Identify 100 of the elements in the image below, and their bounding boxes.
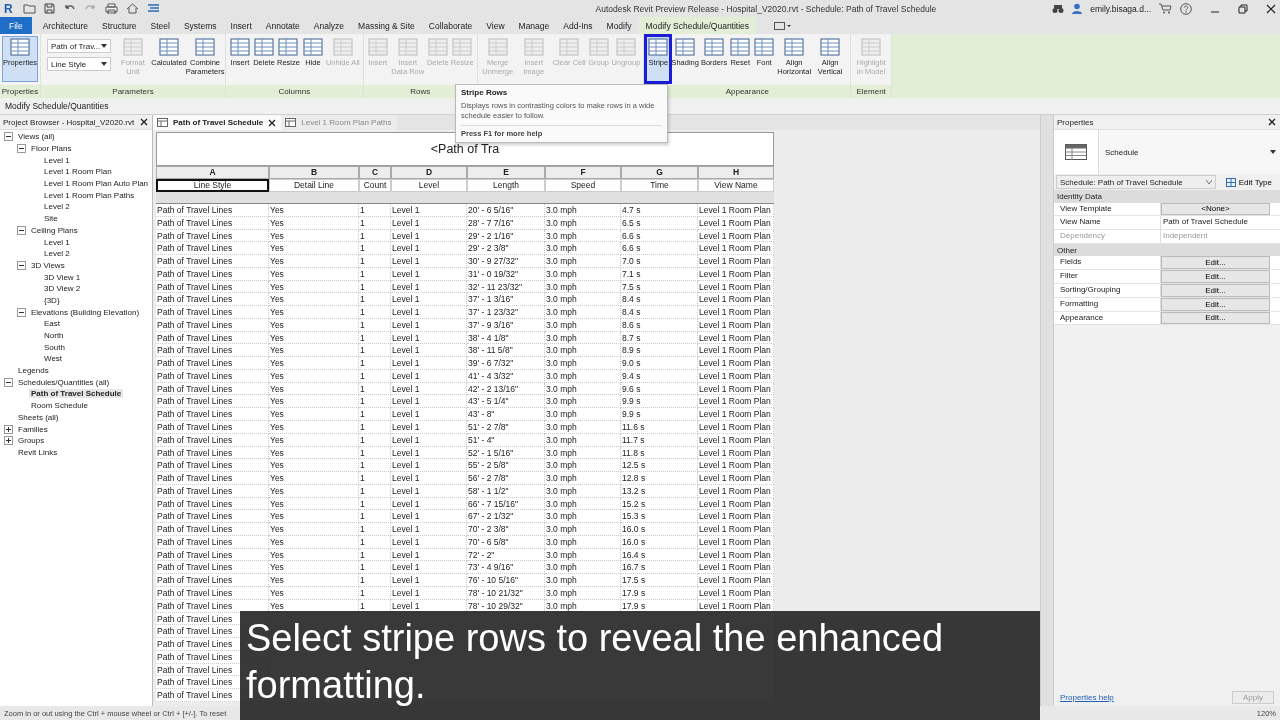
column-header[interactable]: Length (467, 179, 545, 192)
close-icon[interactable] (268, 118, 277, 127)
close-icon[interactable] (1268, 118, 1276, 126)
ribbon-tab[interactable]: Modify (599, 17, 639, 34)
ribbon-tab[interactable]: Insert (223, 17, 259, 34)
table-cell: 11.6 s (621, 421, 698, 434)
column-header[interactable]: View Name (698, 179, 774, 192)
column-letter[interactable]: C (359, 166, 391, 179)
tree-toggle[interactable] (17, 260, 26, 270)
ribbon-tab[interactable]: Manage (511, 17, 557, 34)
table-cell: Path of Travel Lines (156, 293, 269, 307)
tree-item[interactable]: Revit Links (16, 447, 60, 457)
column-letter[interactable]: H (698, 166, 774, 179)
tree-item[interactable]: Level 1 Room Plan (42, 167, 114, 177)
tree-item[interactable]: Level 1 Room Plan Auto Plan (42, 179, 151, 189)
ribbon-tab[interactable]: Analyze (306, 17, 352, 34)
tree-item[interactable]: Views (all) (16, 132, 57, 142)
section-header[interactable]: Identity Data (1054, 190, 1280, 203)
tree-item[interactable]: East (42, 319, 62, 329)
help-link[interactable]: Properties help (1060, 692, 1114, 702)
ribbon-tab[interactable]: Steel (143, 17, 177, 34)
ribbon-tab[interactable]: Massing & Site (351, 17, 422, 34)
panel-toggle-icon[interactable] (774, 21, 793, 30)
column-letter[interactable]: B (269, 166, 359, 179)
column-letter[interactable]: G (621, 166, 698, 179)
column-letter[interactable]: D (391, 166, 467, 179)
edit-type-button[interactable]: Edit Type (1219, 176, 1278, 188)
column-header[interactable]: Count (359, 179, 391, 192)
tree-item[interactable]: 3D View 2 (42, 284, 83, 294)
folder-icon[interactable] (22, 3, 36, 14)
table-cell: 1 (359, 548, 391, 562)
binoculars-icon[interactable] (1052, 3, 1065, 14)
ribbon-tab[interactable]: Modify Schedule/Quantities (638, 17, 757, 34)
property-button[interactable]: Edit... (1161, 270, 1270, 283)
tree-item[interactable]: North (42, 331, 66, 341)
column-header[interactable]: Detail Line (269, 179, 359, 192)
column-letter[interactable]: E (467, 166, 545, 179)
user-name[interactable]: emily.bisaga.d... (1090, 3, 1151, 14)
column-header[interactable]: Speed (545, 179, 621, 192)
tree-toggle[interactable] (4, 436, 13, 446)
tree-item[interactable]: Floor Plans (29, 144, 74, 154)
table-cell: Level 1 (391, 510, 467, 524)
tree-item[interactable]: Ceiling Plans (29, 225, 80, 235)
tree-item[interactable]: Level 1 (42, 237, 72, 247)
save-icon[interactable] (43, 3, 55, 14)
tree-item[interactable]: West (42, 354, 65, 364)
column-header[interactable]: Level (391, 179, 467, 192)
property-button[interactable]: Edit... (1161, 256, 1270, 270)
tree-item[interactable]: Level 2 (42, 249, 72, 259)
app-logo[interactable]: R (4, 1, 13, 16)
user-icon[interactable] (1072, 3, 1083, 14)
ribbon-tab[interactable]: Structure (95, 17, 144, 34)
tree-item[interactable]: South (42, 342, 67, 352)
ribbon-tab[interactable]: Architecture (35, 17, 96, 34)
tree-toggle[interactable] (17, 307, 26, 317)
ribbon-tab[interactable]: Annotate (258, 17, 307, 34)
tree-item[interactable]: Room Schedule (29, 401, 90, 411)
close-icon[interactable] (1266, 3, 1276, 14)
column-letter[interactable]: F (545, 166, 621, 179)
tree-toggle[interactable] (4, 377, 13, 387)
column-header[interactable]: Time (621, 179, 698, 192)
tree-item[interactable]: 3D View 1 (42, 272, 83, 282)
tree-item[interactable]: {3D} (42, 295, 62, 305)
house-icon[interactable] (125, 3, 139, 14)
tree-toggle[interactable] (4, 132, 13, 142)
type-selector[interactable]: Schedule (1054, 130, 1280, 174)
ribbon-tab[interactable]: File (0, 17, 32, 34)
help-icon[interactable] (1180, 2, 1192, 15)
tree-item[interactable]: Level 1 Room Plan Paths (42, 190, 137, 200)
tree-item[interactable]: Elevations (Building Elevation) (29, 307, 142, 317)
ribbon-tab[interactable]: Collaborate (421, 17, 480, 34)
tree-item[interactable]: Schedules/Quantities (all) (16, 377, 112, 387)
tree-item[interactable]: Path of Travel Schedule (29, 389, 124, 399)
print-icon[interactable] (104, 3, 118, 14)
ribbon-tab[interactable]: Add-Ins (556, 17, 600, 34)
parameter-dropdown[interactable]: Path of Trav... (47, 39, 111, 53)
ribbon-tab[interactable]: Systems (176, 17, 224, 34)
tree-item[interactable]: Families (16, 424, 50, 434)
scrollbar[interactable] (1040, 115, 1054, 706)
tree-item[interactable]: Sheets (all) (16, 412, 61, 422)
list-icon[interactable] (146, 3, 160, 14)
tree-item[interactable]: Level 1 (42, 155, 72, 165)
tree-toggle[interactable] (4, 424, 13, 434)
tree-item[interactable]: Level 2 (42, 202, 72, 212)
tree-item[interactable]: Site (42, 214, 60, 224)
tree-item[interactable]: Groups (16, 436, 47, 446)
cart-icon[interactable] (1159, 3, 1172, 14)
tree-item[interactable]: 3D Views (29, 260, 67, 270)
tree-toggle[interactable] (17, 144, 26, 154)
column-letter[interactable]: A (156, 166, 269, 179)
tree-toggle[interactable] (17, 225, 26, 235)
tree-item[interactable]: Legends (16, 366, 51, 376)
table-cell: 3.0 mph (545, 280, 621, 294)
parameter-dropdown[interactable]: Line Style (47, 57, 111, 71)
close-icon[interactable] (140, 118, 148, 126)
ribbon-tab[interactable]: View (479, 17, 512, 34)
document-tab[interactable]: Path of Travel Schedule (153, 115, 282, 130)
restore-icon[interactable] (1238, 3, 1248, 14)
column-header[interactable]: Line Style (156, 179, 269, 192)
instance-dropdown[interactable]: Schedule: Path of Travel Schedule (1056, 175, 1216, 189)
